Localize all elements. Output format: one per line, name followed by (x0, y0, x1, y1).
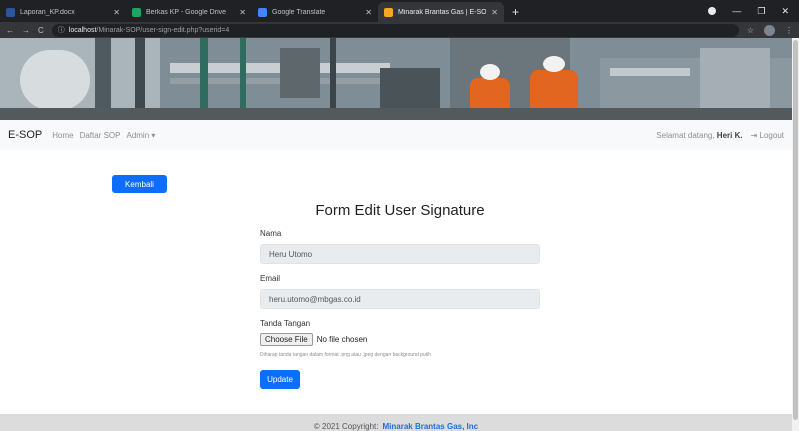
close-icon[interactable]: ✕ (491, 8, 498, 17)
tab-translate[interactable]: Google Translate ✕ (252, 2, 378, 22)
nav-home[interactable]: Home (52, 131, 73, 140)
copyright-text: © 2021 Copyright: (313, 422, 379, 431)
tab-drive[interactable]: Berkas KP - Google Drive ✕ (126, 2, 252, 22)
user-name: Heri K. (716, 130, 743, 140)
profile-circle-icon[interactable] (708, 7, 717, 15)
email-field[interactable]: heru.utomo@mbgas.co.id (260, 289, 540, 309)
tab-label: Laporan_KP.docx (20, 8, 75, 16)
close-icon[interactable]: ✕ (239, 8, 246, 17)
url-path: /Minarak-SOP/user-sign-edit.php?userid=4 (96, 26, 230, 34)
tab-laporan[interactable]: Laporan_KP.docx ✕ (0, 2, 126, 22)
scrollbar-thumb[interactable] (793, 40, 798, 420)
forward-arrow-icon[interactable]: → (22, 26, 30, 35)
reload-icon[interactable]: C (38, 26, 44, 35)
window-controls: — ❐ ✕ (708, 0, 799, 22)
close-icon[interactable]: ✕ (365, 8, 372, 17)
logout-icon: ⇥ (750, 130, 758, 140)
logout-label: Logout (759, 130, 784, 140)
address-bar: ← → C ⓘ localhost/Minarak-SOP/user-sign-… (0, 22, 799, 38)
close-window-icon[interactable]: ✕ (781, 6, 789, 17)
url-field[interactable]: ⓘ localhost/Minarak-SOP/user-sign-edit.p… (51, 23, 739, 37)
bookmark-star-icon[interactable]: ☆ (747, 26, 754, 35)
choose-file-button[interactable]: Choose File (260, 333, 313, 346)
site-navbar: E-SOP Home Daftar SOP Admin ▾ Selamat da… (0, 120, 792, 150)
minimize-icon[interactable]: — (732, 6, 741, 16)
tab-esop[interactable]: Minarak Brantas Gas | E-SOP ✕ (378, 2, 504, 22)
drive-icon (132, 7, 141, 17)
url-host: localhost (68, 26, 97, 34)
logout-link[interactable]: ⇥ Logout (751, 131, 784, 140)
greeting-text: Selamat datang, (656, 130, 715, 140)
maximize-icon[interactable]: ❐ (757, 6, 765, 17)
back-arrow-icon[interactable]: ← (6, 26, 14, 35)
nama-label: Nama (260, 229, 282, 238)
menu-dots-icon[interactable]: ⋮ (785, 26, 793, 35)
update-button[interactable]: Update (260, 370, 300, 389)
email-label: Email (260, 274, 281, 283)
tab-label: Google Translate (272, 8, 326, 16)
file-input[interactable]: Choose File No file chosen (260, 333, 367, 346)
site-favicon-icon (384, 7, 393, 17)
close-icon[interactable]: ✕ (113, 8, 120, 17)
browser-tab-bar: Laporan_KP.docx ✕ Berkas KP - Google Dri… (0, 0, 799, 22)
navbar-user-area: Selamat datang, Heri K. ⇥ Logout (656, 131, 784, 140)
profile-avatar[interactable] (764, 24, 775, 36)
nav-daftar-sop[interactable]: Daftar SOP (80, 131, 121, 140)
tab-label: Minarak Brantas Gas | E-SOP (398, 8, 487, 16)
info-icon[interactable]: ⓘ (58, 25, 65, 35)
no-file-text: No file chosen (316, 335, 368, 344)
tab-label: Berkas KP - Google Drive (146, 8, 227, 16)
back-button[interactable]: Kembali (112, 175, 167, 193)
word-icon (6, 7, 15, 17)
industrial-plant-illustration (0, 38, 792, 120)
file-hint-text: Diharap tanda tangan dalam format .png a… (260, 352, 431, 358)
nav-admin-dropdown[interactable]: Admin ▾ (126, 131, 155, 140)
translate-icon (258, 7, 267, 17)
company-link[interactable]: Minarak Brantas Gas, Inc (383, 422, 479, 431)
new-tab-button[interactable]: + (504, 2, 527, 22)
page-scrollbar[interactable] (792, 38, 799, 431)
nama-field[interactable]: Heru Utomo (260, 244, 540, 264)
page-footer: © 2021 Copyright: Minarak Brantas Gas, I… (0, 414, 792, 431)
header-banner-image (0, 38, 792, 120)
signature-label: Tanda Tangan (260, 319, 311, 328)
form-title: Form Edit User Signature (315, 202, 485, 219)
brand-logo-text[interactable]: E-SOP (8, 129, 42, 141)
